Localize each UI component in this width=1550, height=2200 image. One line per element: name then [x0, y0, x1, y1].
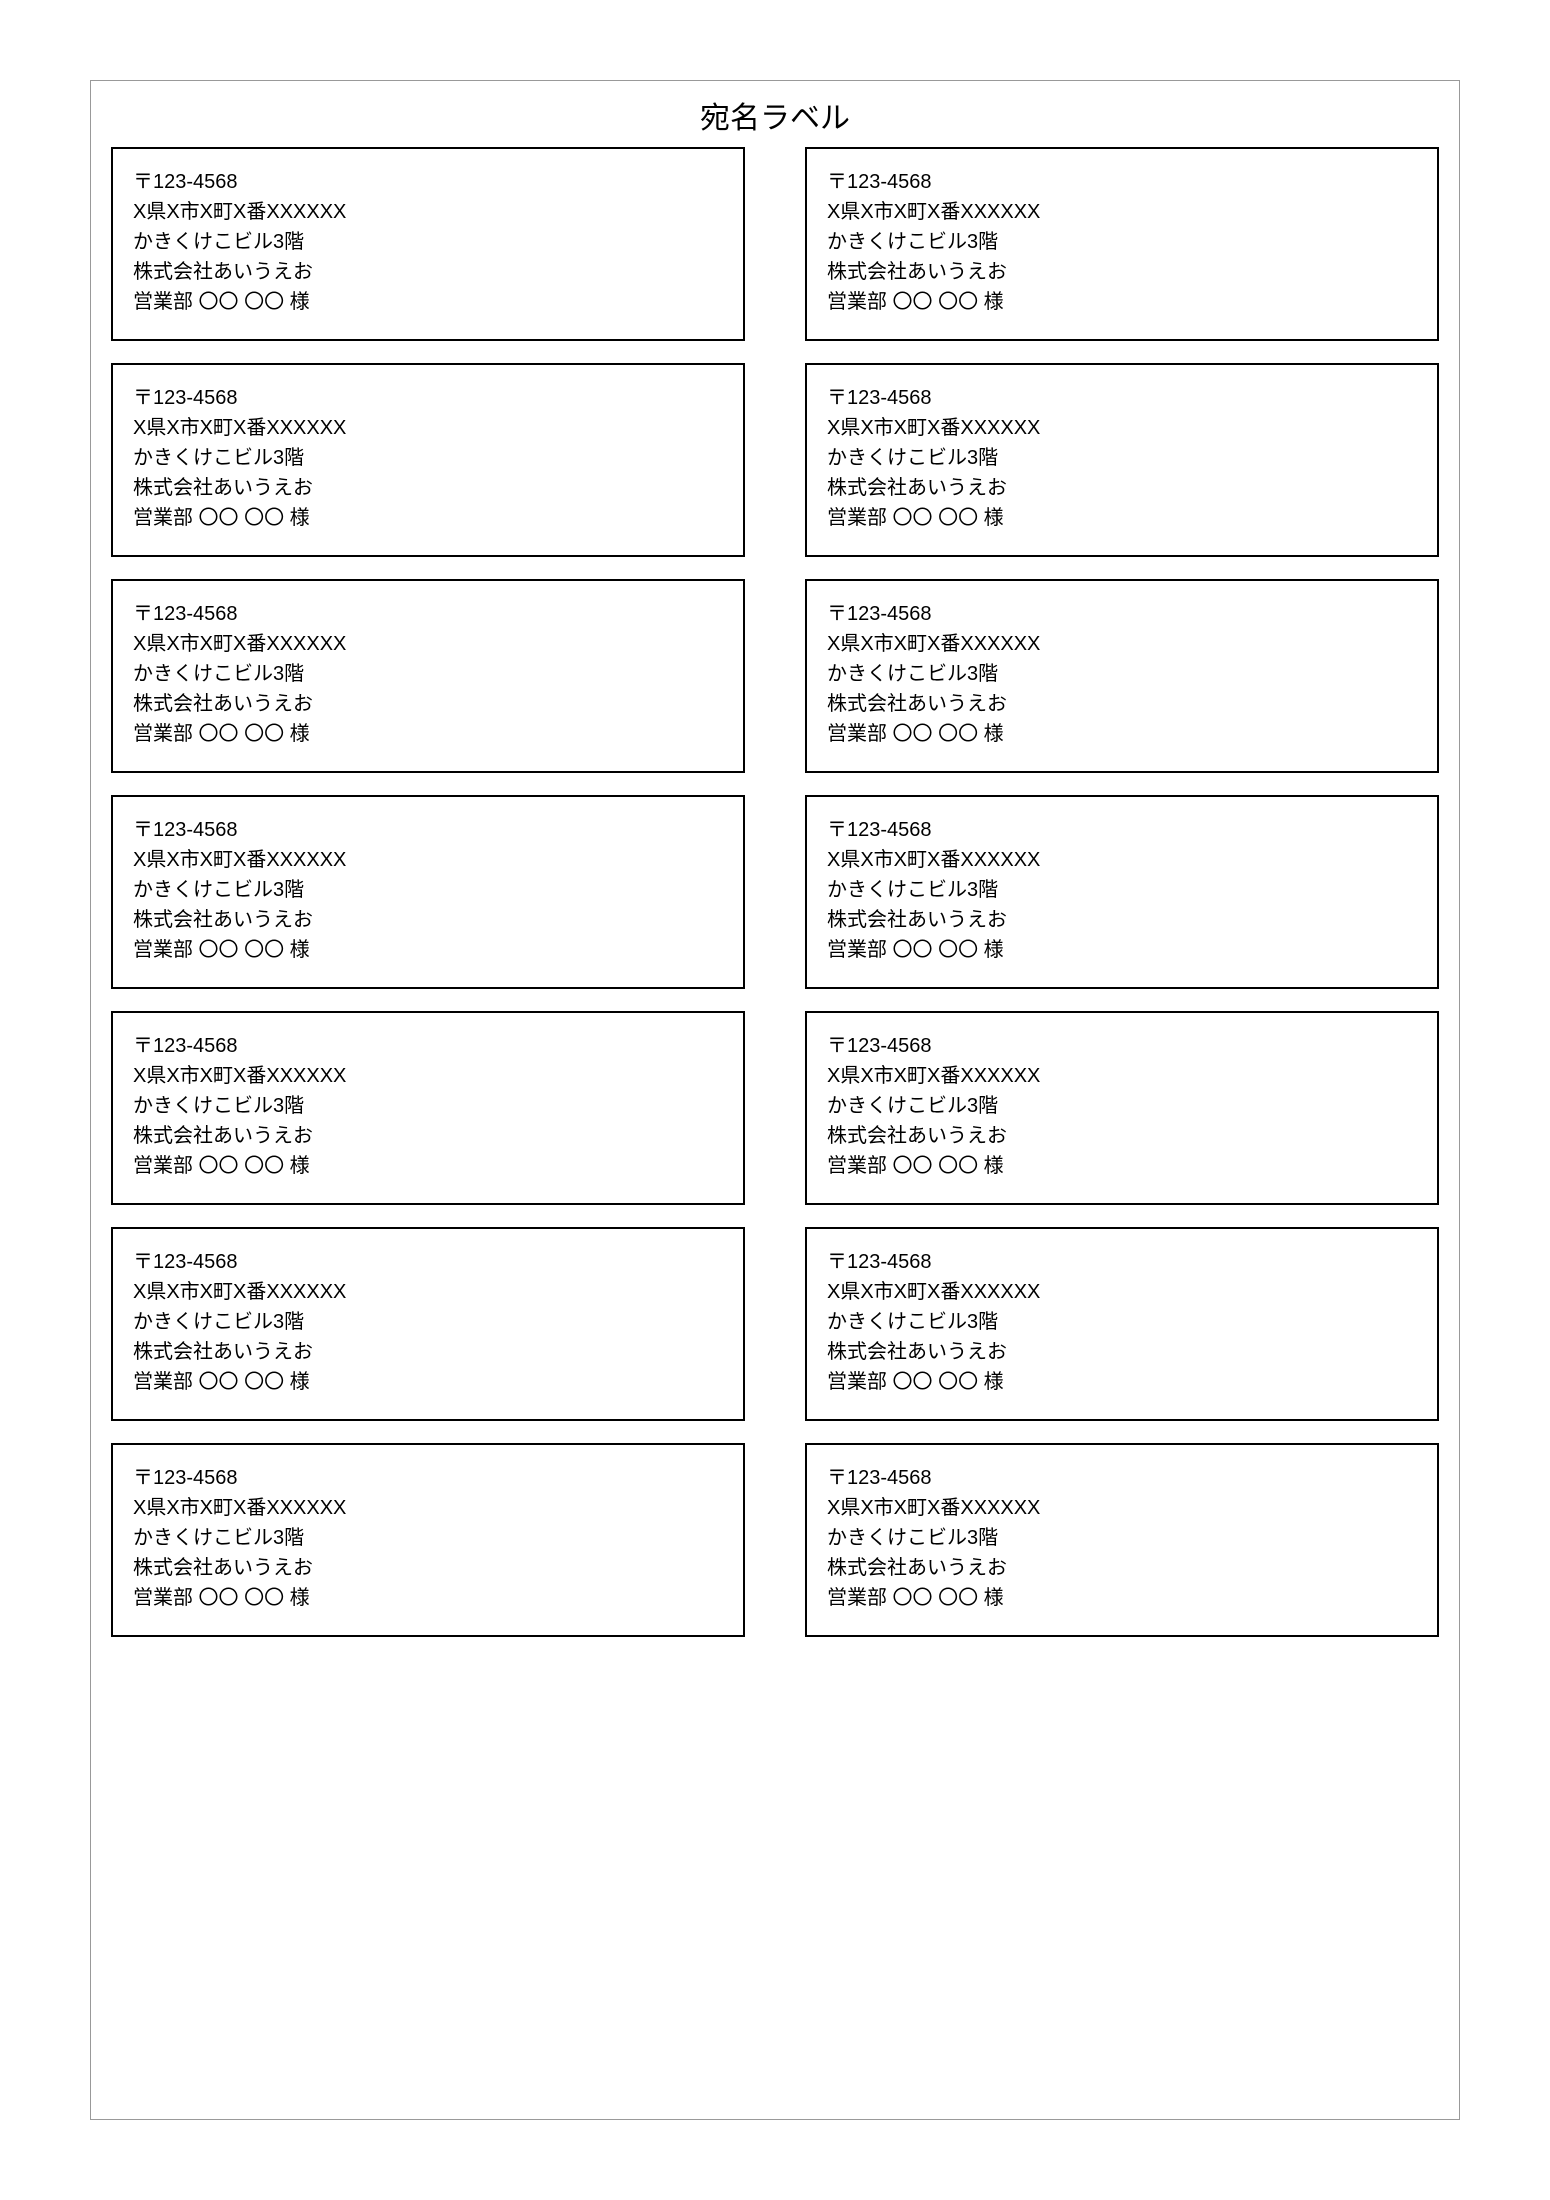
label-recipient: 営業部 〇〇 〇〇 様 — [133, 1151, 723, 1181]
label-address: X県X市X町X番XXXXXX — [827, 629, 1417, 659]
label-postal: 〒123-4568 — [133, 599, 723, 629]
address-label: 〒123-4568X県X市X町X番XXXXXXかきくけこビル3階株式会社あいうえ… — [111, 147, 745, 341]
label-building: かきくけこビル3階 — [133, 1523, 723, 1553]
label-company: 株式会社あいうえお — [133, 905, 723, 935]
label-recipient: 営業部 〇〇 〇〇 様 — [133, 935, 723, 965]
address-label: 〒123-4568X県X市X町X番XXXXXXかきくけこビル3階株式会社あいうえ… — [805, 579, 1439, 773]
label-grid: 〒123-4568X県X市X町X番XXXXXXかきくけこビル3階株式会社あいうえ… — [111, 147, 1439, 1637]
label-postal: 〒123-4568 — [133, 167, 723, 197]
label-recipient: 営業部 〇〇 〇〇 様 — [827, 503, 1417, 533]
label-postal: 〒123-4568 — [827, 1031, 1417, 1061]
label-building: かきくけこビル3階 — [133, 227, 723, 257]
label-building: かきくけこビル3階 — [133, 1091, 723, 1121]
label-building: かきくけこビル3階 — [133, 443, 723, 473]
label-address: X県X市X町X番XXXXXX — [133, 845, 723, 875]
address-label: 〒123-4568X県X市X町X番XXXXXXかきくけこビル3階株式会社あいうえ… — [805, 147, 1439, 341]
label-address: X県X市X町X番XXXXXX — [827, 413, 1417, 443]
address-label: 〒123-4568X県X市X町X番XXXXXXかきくけこビル3階株式会社あいうえ… — [805, 1227, 1439, 1421]
label-building: かきくけこビル3階 — [827, 659, 1417, 689]
label-company: 株式会社あいうえお — [827, 1121, 1417, 1151]
label-company: 株式会社あいうえお — [827, 473, 1417, 503]
label-building: かきくけこビル3階 — [827, 1307, 1417, 1337]
label-postal: 〒123-4568 — [827, 1247, 1417, 1277]
label-postal: 〒123-4568 — [827, 1463, 1417, 1493]
label-building: かきくけこビル3階 — [827, 1523, 1417, 1553]
label-recipient: 営業部 〇〇 〇〇 様 — [133, 503, 723, 533]
address-label: 〒123-4568X県X市X町X番XXXXXXかきくけこビル3階株式会社あいうえ… — [805, 795, 1439, 989]
label-address: X県X市X町X番XXXXXX — [827, 1061, 1417, 1091]
label-company: 株式会社あいうえお — [827, 257, 1417, 287]
label-recipient: 営業部 〇〇 〇〇 様 — [133, 719, 723, 749]
label-address: X県X市X町X番XXXXXX — [827, 197, 1417, 227]
label-building: かきくけこビル3階 — [827, 1091, 1417, 1121]
label-recipient: 営業部 〇〇 〇〇 様 — [133, 1583, 723, 1613]
label-company: 株式会社あいうえお — [827, 1337, 1417, 1367]
label-company: 株式会社あいうえお — [827, 905, 1417, 935]
label-postal: 〒123-4568 — [827, 815, 1417, 845]
label-postal: 〒123-4568 — [133, 815, 723, 845]
address-label: 〒123-4568X県X市X町X番XXXXXXかきくけこビル3階株式会社あいうえ… — [111, 1443, 745, 1637]
label-company: 株式会社あいうえお — [133, 257, 723, 287]
address-label: 〒123-4568X県X市X町X番XXXXXXかきくけこビル3階株式会社あいうえ… — [111, 1011, 745, 1205]
label-building: かきくけこビル3階 — [133, 875, 723, 905]
address-label: 〒123-4568X県X市X町X番XXXXXXかきくけこビル3階株式会社あいうえ… — [805, 363, 1439, 557]
label-company: 株式会社あいうえお — [133, 1553, 723, 1583]
label-recipient: 営業部 〇〇 〇〇 様 — [827, 719, 1417, 749]
label-postal: 〒123-4568 — [827, 383, 1417, 413]
label-address: X県X市X町X番XXXXXX — [827, 845, 1417, 875]
label-address: X県X市X町X番XXXXXX — [133, 1061, 723, 1091]
label-postal: 〒123-4568 — [133, 1031, 723, 1061]
label-building: かきくけこビル3階 — [827, 227, 1417, 257]
label-recipient: 営業部 〇〇 〇〇 様 — [133, 1367, 723, 1397]
label-page: 宛名ラベル 〒123-4568X県X市X町X番XXXXXXかきくけこビル3階株式… — [90, 80, 1460, 2120]
label-address: X県X市X町X番XXXXXX — [133, 413, 723, 443]
label-postal: 〒123-4568 — [133, 1463, 723, 1493]
label-company: 株式会社あいうえお — [133, 1121, 723, 1151]
label-building: かきくけこビル3階 — [827, 443, 1417, 473]
label-address: X県X市X町X番XXXXXX — [133, 197, 723, 227]
label-building: かきくけこビル3階 — [133, 1307, 723, 1337]
label-building: かきくけこビル3階 — [827, 875, 1417, 905]
label-address: X県X市X町X番XXXXXX — [827, 1493, 1417, 1523]
label-company: 株式会社あいうえお — [827, 1553, 1417, 1583]
label-recipient: 営業部 〇〇 〇〇 様 — [827, 935, 1417, 965]
address-label: 〒123-4568X県X市X町X番XXXXXXかきくけこビル3階株式会社あいうえ… — [111, 795, 745, 989]
label-recipient: 営業部 〇〇 〇〇 様 — [827, 1583, 1417, 1613]
address-label: 〒123-4568X県X市X町X番XXXXXXかきくけこビル3階株式会社あいうえ… — [805, 1011, 1439, 1205]
label-postal: 〒123-4568 — [133, 1247, 723, 1277]
page-title: 宛名ラベル — [111, 93, 1439, 137]
label-address: X県X市X町X番XXXXXX — [827, 1277, 1417, 1307]
label-postal: 〒123-4568 — [827, 599, 1417, 629]
address-label: 〒123-4568X県X市X町X番XXXXXXかきくけこビル3階株式会社あいうえ… — [111, 363, 745, 557]
label-company: 株式会社あいうえお — [133, 1337, 723, 1367]
address-label: 〒123-4568X県X市X町X番XXXXXXかきくけこビル3階株式会社あいうえ… — [111, 579, 745, 773]
label-recipient: 営業部 〇〇 〇〇 様 — [827, 1367, 1417, 1397]
label-address: X県X市X町X番XXXXXX — [133, 1277, 723, 1307]
label-recipient: 営業部 〇〇 〇〇 様 — [827, 287, 1417, 317]
label-address: X県X市X町X番XXXXXX — [133, 1493, 723, 1523]
label-recipient: 営業部 〇〇 〇〇 様 — [827, 1151, 1417, 1181]
address-label: 〒123-4568X県X市X町X番XXXXXXかきくけこビル3階株式会社あいうえ… — [805, 1443, 1439, 1637]
label-postal: 〒123-4568 — [827, 167, 1417, 197]
label-company: 株式会社あいうえお — [133, 689, 723, 719]
label-recipient: 営業部 〇〇 〇〇 様 — [133, 287, 723, 317]
address-label: 〒123-4568X県X市X町X番XXXXXXかきくけこビル3階株式会社あいうえ… — [111, 1227, 745, 1421]
label-company: 株式会社あいうえお — [133, 473, 723, 503]
label-building: かきくけこビル3階 — [133, 659, 723, 689]
label-company: 株式会社あいうえお — [827, 689, 1417, 719]
label-address: X県X市X町X番XXXXXX — [133, 629, 723, 659]
label-postal: 〒123-4568 — [133, 383, 723, 413]
